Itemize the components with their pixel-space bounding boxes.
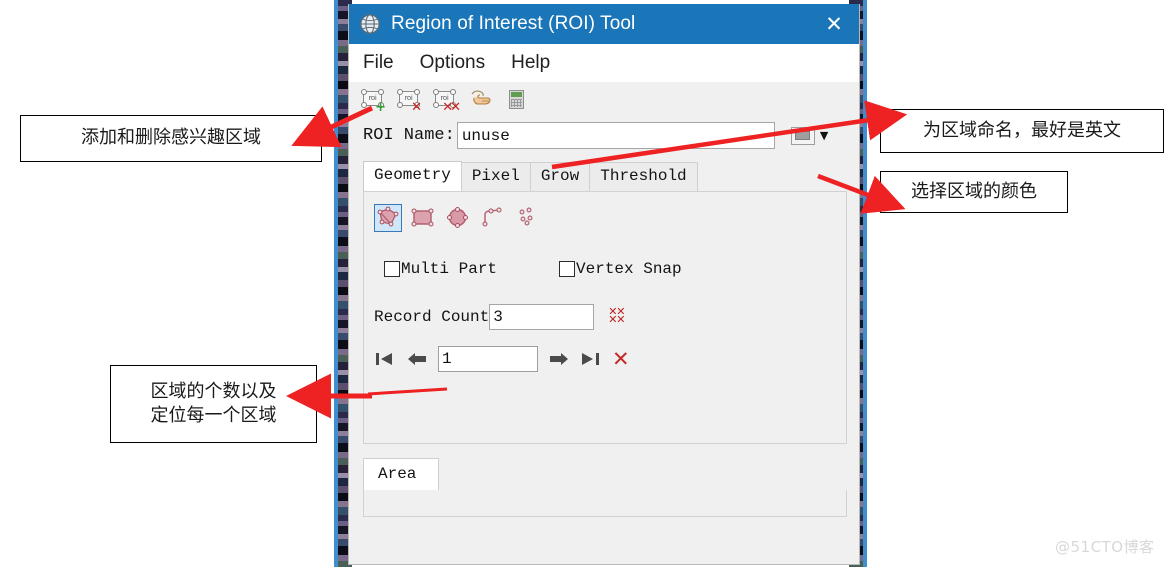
last-record-button[interactable] — [580, 349, 602, 369]
previous-record-button[interactable] — [406, 349, 428, 369]
tab-pixel[interactable]: Pixel — [460, 162, 531, 191]
color-swatch-icon — [795, 131, 811, 140]
annotation-pick-color: 选择区域的颜色 — [880, 171, 1068, 213]
cross-badge-icon: ✕ — [411, 100, 422, 115]
calculator-icon — [509, 90, 524, 109]
double-cross-badge-icon: ✕✕ — [442, 100, 461, 115]
multi-part-checkbox[interactable]: Multi Part — [384, 260, 497, 278]
checkbox-row: Multi Part Vertex Snap — [374, 260, 846, 278]
rectangle-tool[interactable] — [409, 204, 437, 232]
tab-area[interactable]: Area — [363, 458, 440, 490]
plus-badge-icon: + — [375, 100, 386, 115]
tab-strip: Geometry Pixel Grow Threshold — [363, 161, 847, 191]
next-record-button[interactable] — [548, 349, 570, 369]
add-roi-button[interactable]: roi + — [361, 87, 386, 115]
roi-color-button[interactable] — [790, 126, 815, 145]
watermark: @51CTO博客 — [1055, 538, 1155, 556]
record-navigation-row: ✕ — [374, 346, 846, 372]
checkbox-icon — [559, 261, 576, 277]
menu-file[interactable]: File — [363, 52, 394, 74]
bottom-panel — [363, 490, 847, 517]
record-count-row: Record Count ✕ ✕ ✕ ✕ — [374, 304, 846, 330]
pointer-hand-button[interactable] — [469, 87, 493, 111]
roi-name-label: ROI Name: — [363, 126, 455, 145]
polygon-tool[interactable] — [374, 204, 402, 232]
bottom-tab-strip: Area — [363, 458, 847, 490]
delete-record-icon[interactable]: ✕ — [612, 349, 630, 370]
ellipse-tool[interactable] — [444, 204, 472, 232]
roi-name-input[interactable] — [456, 122, 775, 149]
image-strip-right-edge — [863, 0, 867, 567]
roi-name-row: ROI Name: ▼ — [349, 116, 859, 155]
record-count-input[interactable] — [489, 304, 595, 330]
checkbox-icon — [384, 261, 400, 277]
menu-options[interactable]: Options — [420, 52, 485, 74]
tab-geometry[interactable]: Geometry — [363, 161, 462, 191]
roi-tab-panel: Geometry Pixel Grow Threshold Multi Part… — [363, 161, 847, 444]
annotation-add-delete: 添加和删除感兴趣区域 — [20, 115, 322, 162]
window-titlebar: Region of Interest (ROI) Tool ✕ — [349, 4, 859, 44]
vertex-snap-label: Vertex Snap — [576, 260, 682, 278]
tab-grow[interactable]: Grow — [529, 162, 591, 191]
annotation-record-count-line2: 定位每一个区域 — [150, 405, 277, 426]
menu-help[interactable]: Help — [511, 52, 550, 74]
roi-tool-window: Region of Interest (ROI) Tool ✕ File Opt… — [348, 4, 860, 565]
toolbar: roi + roi ✕ roi ✕✕ — [349, 82, 859, 116]
close-icon[interactable]: ✕ — [817, 13, 851, 35]
record-count-label: Record Count — [374, 308, 490, 326]
annotation-name-region: 为区域命名，最好是英文 — [880, 109, 1164, 153]
first-record-button[interactable] — [374, 349, 396, 369]
menu-bar: File Options Help — [349, 44, 859, 82]
polyline-tool[interactable] — [479, 204, 507, 232]
multi-part-label: Multi Part — [401, 260, 498, 278]
vertex-snap-checkbox[interactable]: Vertex Snap — [559, 260, 682, 278]
chevron-down-icon[interactable]: ▼ — [820, 129, 828, 142]
statistics-button[interactable] — [505, 87, 529, 111]
geometry-tab-content: Multi Part Vertex Snap Record Count ✕ ✕ … — [363, 191, 847, 444]
annotation-record-count: 区域的个数以及 定位每一个区域 — [110, 365, 317, 443]
tab-threshold[interactable]: Threshold — [589, 162, 698, 191]
hand-pointer-icon — [470, 90, 492, 108]
window-title: Region of Interest (ROI) Tool — [391, 13, 636, 34]
record-index-input[interactable] — [438, 346, 538, 372]
point-tool[interactable] — [514, 204, 542, 232]
roi-globe-icon — [359, 13, 381, 35]
annotation-record-count-line1: 区域的个数以及 — [150, 380, 277, 402]
red-xx-grid-icon[interactable]: ✕ ✕ ✕ ✕ — [608, 306, 626, 326]
delete-all-roi-button[interactable]: roi ✕✕ — [433, 87, 461, 115]
shape-tool-row — [374, 202, 846, 234]
delete-roi-button[interactable]: roi ✕ — [397, 87, 422, 115]
